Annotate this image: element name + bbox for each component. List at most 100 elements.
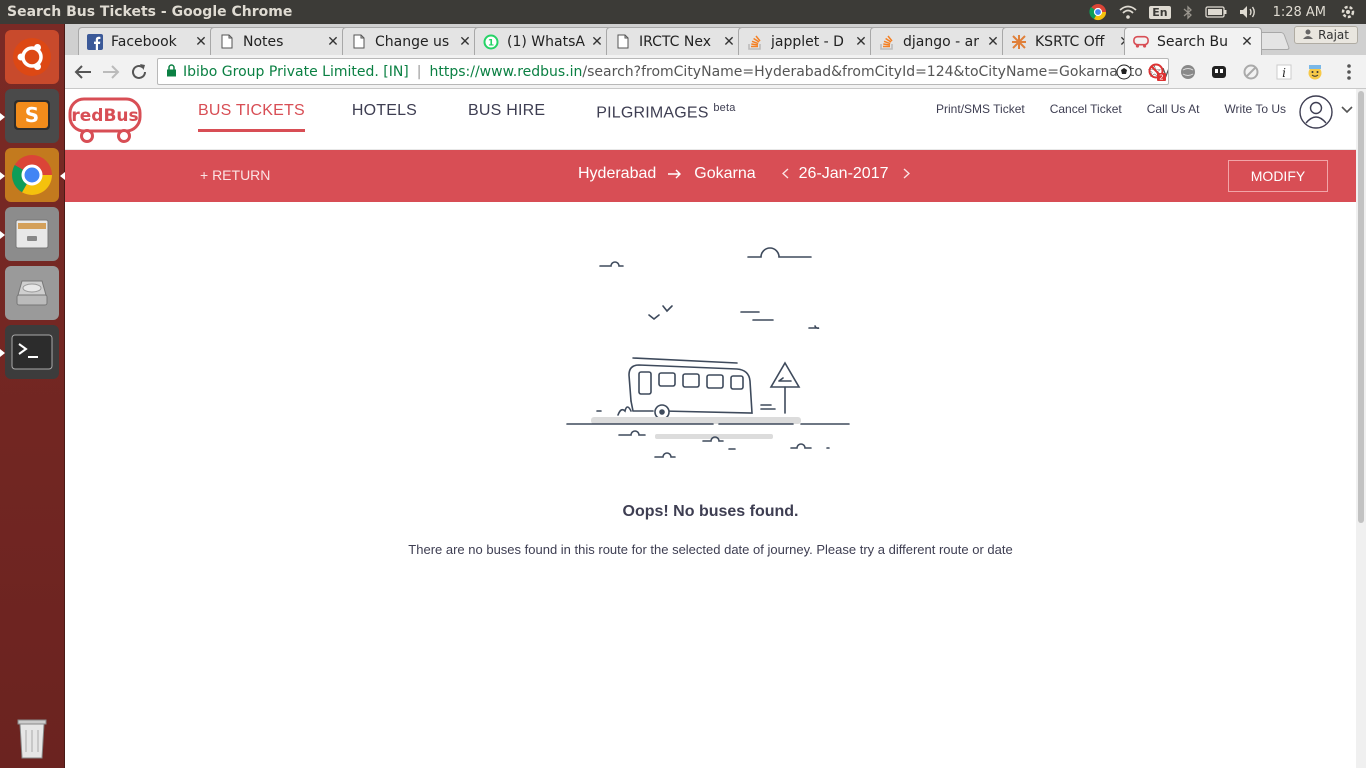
terminal-icon[interactable] <box>0 325 59 379</box>
tab-ksrtc[interactable]: KSRTC Off ✕ <box>1002 27 1140 55</box>
tab-change-us[interactable]: Change us ✕ <box>342 27 480 55</box>
sublime-text-icon[interactable]: S <box>0 89 59 143</box>
tab-japplet[interactable]: japplet - D ✕ <box>738 27 876 55</box>
back-arrow-icon <box>74 65 91 79</box>
url-path: /search?fromCityName=Hyderabad&fromCityI… <box>582 63 1169 80</box>
close-tab-icon[interactable]: ✕ <box>1239 34 1255 50</box>
clock[interactable]: 1:28 AM <box>1273 0 1326 24</box>
battery-icon[interactable] <box>1204 0 1227 24</box>
close-tab-icon[interactable]: ✕ <box>193 34 209 50</box>
nav-bus-tickets[interactable]: BUS TICKETS <box>198 102 305 132</box>
no-buses-illustration <box>563 235 855 467</box>
extension-badge: 2 <box>1159 74 1163 82</box>
page-content: redBus BUS TICKETS HOTELS BUS HIRE PILGR… <box>65 89 1366 768</box>
arrow-right-icon <box>668 166 682 182</box>
globe-extension-icon[interactable] <box>1179 63 1197 81</box>
forward-button[interactable] <box>99 60 123 84</box>
files-icon[interactable] <box>0 207 59 261</box>
ubuntu-dash-icon[interactable] <box>5 30 59 84</box>
trash-icon[interactable] <box>5 710 59 764</box>
redbus-icon <box>1133 34 1149 50</box>
profile-button[interactable]: Rajat <box>1294 26 1358 44</box>
stackoverflow-icon <box>879 34 895 50</box>
tab-title: django - ar <box>903 33 979 50</box>
close-tab-icon[interactable]: ✕ <box>721 34 737 50</box>
chevron-down-icon[interactable] <box>1341 103 1353 117</box>
tab-whatsapp[interactable]: 1 (1) WhatsA ✕ <box>474 27 612 55</box>
omnibox-separator: | <box>416 63 422 80</box>
disks-icon[interactable] <box>5 266 59 320</box>
stackoverflow-icon <box>747 34 763 50</box>
user-account-icon[interactable] <box>1299 95 1333 129</box>
svg-text:S: S <box>25 103 39 127</box>
page-icon <box>351 34 367 50</box>
volume-icon[interactable] <box>1239 0 1257 24</box>
nav-pilgrimages-label: PILGRIMAGES <box>596 104 709 122</box>
previous-date-icon[interactable] <box>781 167 789 182</box>
tab-strip: Facebook ✕ Notes ✕ Change us ✕ 1 (1) Wha… <box>65 24 1366 55</box>
cancel-ticket-link[interactable]: Cancel Ticket <box>1050 102 1122 116</box>
print-sms-ticket-link[interactable]: Print/SMS Ticket <box>936 102 1025 116</box>
reload-icon <box>132 64 146 79</box>
page-scrollbar[interactable] <box>1356 89 1366 768</box>
tab-notes[interactable]: Notes ✕ <box>210 27 348 55</box>
soccer-ball-extension-icon[interactable] <box>1115 63 1133 81</box>
empty-state-message: There are no buses found in this route f… <box>408 542 1013 557</box>
google-chrome-icon[interactable] <box>0 148 65 202</box>
top-links: Print/SMS Ticket Cancel Ticket Call Us A… <box>936 102 1286 116</box>
session-gear-icon[interactable] <box>1340 0 1356 24</box>
nav-hotels[interactable]: HOTELS <box>352 102 417 132</box>
route-summary: Hyderabad Gokarna 26-Jan-2017 <box>578 165 920 183</box>
tab-search-bus[interactable]: Search Bu ✕ <box>1124 27 1262 55</box>
redbus-logo[interactable]: redBus <box>68 96 144 144</box>
block-extension-icon[interactable] <box>1242 63 1260 81</box>
indicators: En 1:28 AM <box>1077 0 1366 24</box>
close-tab-icon[interactable]: ✕ <box>457 34 473 50</box>
call-us-link[interactable]: Call Us At <box>1147 102 1200 116</box>
whatsapp-badge: 1 <box>488 38 494 48</box>
info-extension-icon[interactable]: i <box>1275 63 1293 81</box>
close-tab-icon[interactable]: ✕ <box>589 34 605 50</box>
facebook-icon <box>87 33 103 50</box>
empty-state-title: Oops! No buses found. <box>622 503 799 520</box>
tab-django[interactable]: django - ar ✕ <box>870 27 1008 55</box>
close-tab-icon[interactable]: ✕ <box>853 34 869 50</box>
keep-extension-icon[interactable] <box>1210 63 1228 81</box>
reload-button[interactable] <box>127 60 151 84</box>
emoji-extension-icon[interactable] <box>1306 63 1324 81</box>
nav-pilgrimages[interactable]: PILGRIMAGES beta <box>596 102 735 132</box>
keyboard-layout-indicator[interactable]: En <box>1149 0 1171 24</box>
write-to-us-link[interactable]: Write To Us <box>1224 102 1286 116</box>
beta-tag: beta <box>713 102 736 114</box>
blocked-extension-icon[interactable]: 2 <box>1148 63 1166 81</box>
add-return-link[interactable]: + RETURN <box>200 167 270 183</box>
back-button[interactable] <box>71 60 95 84</box>
wifi-icon[interactable] <box>1119 0 1137 24</box>
address-bar[interactable]: Ibibo Group Private Limited. [IN] | http… <box>157 58 1169 85</box>
site-header: redBus BUS TICKETS HOTELS BUS HIRE PILGR… <box>65 89 1356 150</box>
tab-title: japplet - D <box>771 33 844 50</box>
close-tab-icon[interactable]: ✕ <box>325 34 341 50</box>
nav-bus-hire[interactable]: BUS HIRE <box>468 102 545 132</box>
modify-search-button[interactable]: MODIFY <box>1228 160 1328 192</box>
lock-icon[interactable] <box>166 63 177 80</box>
next-date-icon[interactable] <box>903 167 910 182</box>
scrollbar-thumb[interactable] <box>1358 91 1364 523</box>
bluetooth-icon[interactable] <box>1183 0 1193 24</box>
tab-facebook[interactable]: Facebook ✕ <box>78 27 216 55</box>
svg-text:i: i <box>1282 66 1286 80</box>
to-city: Gokarna <box>694 165 756 182</box>
ev-certificate-label[interactable]: Ibibo Group Private Limited. [IN] <box>183 64 409 80</box>
close-tab-icon[interactable]: ✕ <box>985 34 1001 50</box>
tab-irctc[interactable]: IRCTC Nex ✕ <box>606 27 744 55</box>
forward-arrow-icon <box>103 65 120 79</box>
tab-title: IRCTC Nex <box>639 33 712 50</box>
page-icon <box>615 34 631 50</box>
chrome-indicator-icon[interactable] <box>1089 0 1107 24</box>
unity-launcher: S <box>0 24 65 768</box>
keyboard-layout-label: En <box>1149 5 1171 19</box>
journey-date[interactable]: 26-Jan-2017 <box>799 165 889 183</box>
tab-title: (1) WhatsA <box>507 33 585 50</box>
chrome-menu-icon[interactable] <box>1340 63 1358 81</box>
tab-title: Search Bu <box>1157 33 1229 50</box>
